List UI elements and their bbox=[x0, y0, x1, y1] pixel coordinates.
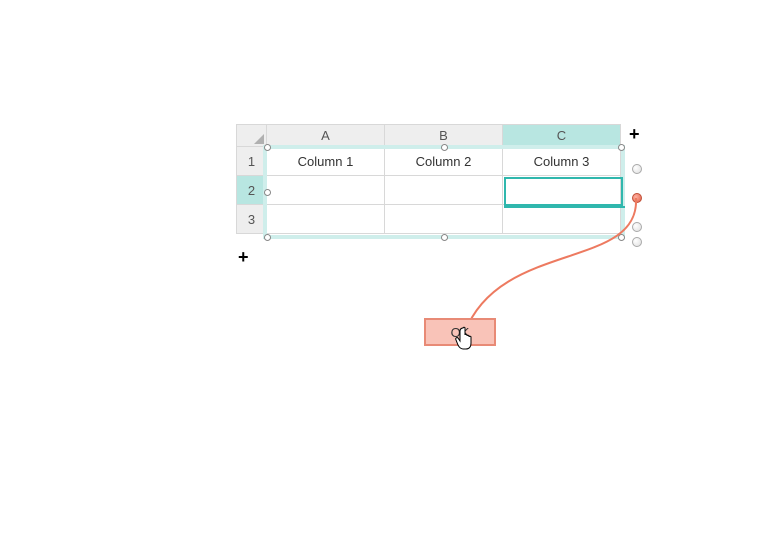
ok-button[interactable]: OK bbox=[424, 318, 496, 346]
plus-icon[interactable]: + bbox=[629, 124, 640, 145]
spreadsheet-grid: A B C 1 Column 1 Column 2 Column 3 2 3 bbox=[236, 124, 621, 234]
column-header-b[interactable]: B bbox=[385, 125, 503, 147]
plus-icon[interactable]: + bbox=[238, 247, 249, 268]
cell-b3[interactable] bbox=[385, 205, 503, 234]
cell-c3[interactable] bbox=[503, 205, 621, 234]
cell-b2[interactable] bbox=[385, 176, 503, 205]
row-header-2[interactable]: 2 bbox=[237, 176, 267, 205]
selection-handle[interactable] bbox=[618, 234, 625, 241]
row-header-3[interactable]: 3 bbox=[237, 205, 267, 234]
selection-handle[interactable] bbox=[264, 234, 271, 241]
row-knob[interactable] bbox=[632, 164, 642, 174]
ok-button-label: OK bbox=[451, 325, 470, 340]
cell-c1[interactable]: Column 3 bbox=[503, 147, 621, 176]
cell-a3[interactable] bbox=[267, 205, 385, 234]
row-knob-active[interactable] bbox=[632, 193, 642, 203]
row-knob[interactable] bbox=[632, 237, 642, 247]
cell-a2[interactable] bbox=[267, 176, 385, 205]
column-header-c[interactable]: C bbox=[503, 125, 621, 147]
connector-curve bbox=[0, 0, 769, 539]
column-header-a[interactable]: A bbox=[267, 125, 385, 147]
select-all-corner[interactable] bbox=[237, 125, 267, 147]
cell-a1[interactable]: Column 1 bbox=[267, 147, 385, 176]
row-knob[interactable] bbox=[632, 222, 642, 232]
row-header-1[interactable]: 1 bbox=[237, 147, 267, 176]
selection-handle[interactable] bbox=[441, 234, 448, 241]
cell-c2[interactable] bbox=[503, 176, 621, 205]
cell-b1[interactable]: Column 2 bbox=[385, 147, 503, 176]
